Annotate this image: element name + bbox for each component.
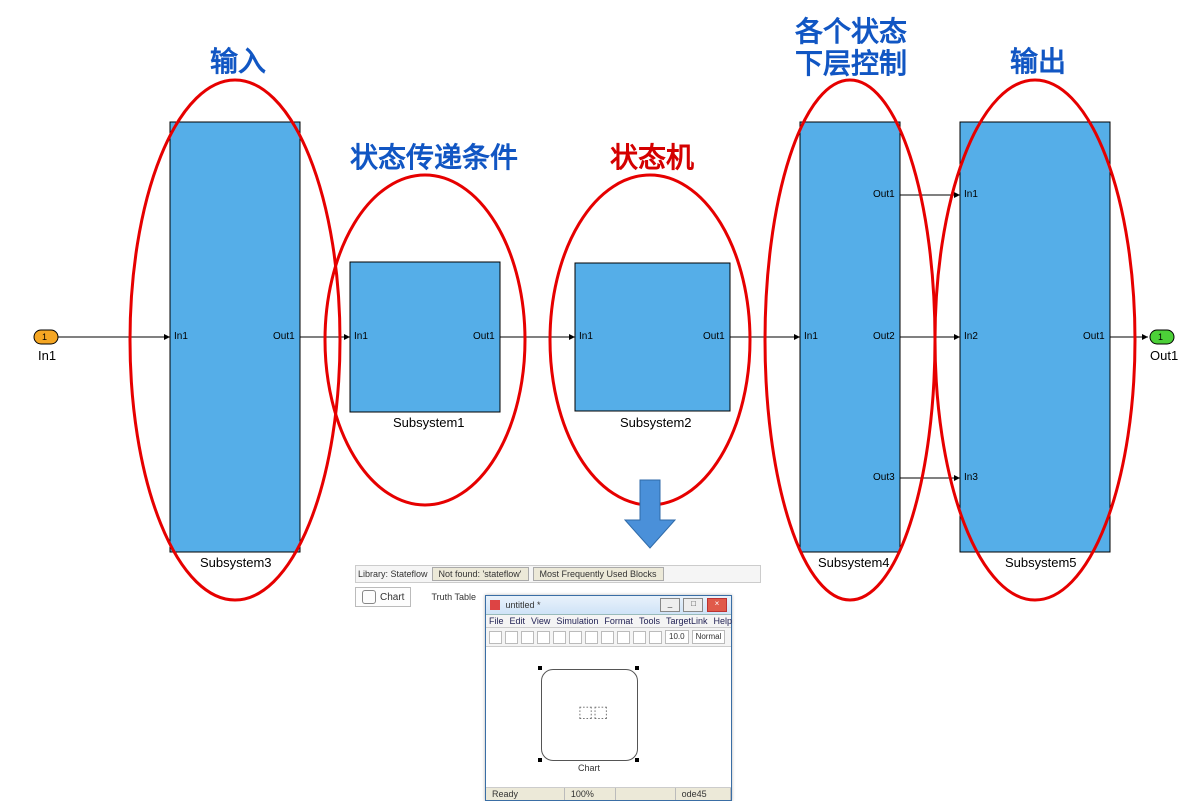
- status-zoom: 100%: [565, 788, 616, 800]
- port-label: In2: [964, 331, 978, 342]
- port-label: In3: [964, 472, 978, 483]
- status-bar: Ready 100% ode45: [486, 787, 731, 800]
- block-name-subsystem1: Subsystem1: [393, 415, 465, 430]
- toolbar: 10.0 Normal: [486, 628, 731, 647]
- print-icon[interactable]: [537, 631, 550, 644]
- maximize-button[interactable]: □: [683, 598, 703, 612]
- block-name-subsystem5: Subsystem5: [1005, 555, 1077, 570]
- port-label: Out3: [873, 472, 895, 483]
- port-label: In1: [354, 331, 368, 342]
- outport-number: 1: [1158, 332, 1163, 342]
- menu-edit[interactable]: Edit: [510, 616, 526, 626]
- block-name-subsystem2: Subsystem2: [620, 415, 692, 430]
- inset-tab-mostused[interactable]: Most Frequently Used Blocks: [533, 567, 664, 581]
- block-name-subsystem4: Subsystem4: [818, 555, 890, 570]
- port-label: In1: [579, 331, 593, 342]
- simulink-canvas[interactable]: ⬚⬚ Chart: [486, 647, 731, 787]
- status-solver: ode45: [676, 788, 731, 800]
- label-lower-control-2: 下层控制: [795, 42, 907, 82]
- stateflow-chart-block[interactable]: ⬚⬚: [541, 669, 638, 761]
- cut-icon[interactable]: [553, 631, 566, 644]
- outport-label: Out1: [1150, 348, 1178, 363]
- menu-file[interactable]: File: [489, 616, 504, 626]
- menu-targetlink[interactable]: TargetLink: [666, 616, 708, 626]
- label-transition: 状态传递条件: [350, 136, 518, 176]
- inset-chart-button[interactable]: Chart: [355, 587, 411, 607]
- chart-block-label: Chart: [578, 763, 600, 773]
- inset-library-label: Library: Stateflow: [358, 569, 428, 579]
- port-label: In1: [174, 331, 188, 342]
- open-icon[interactable]: [505, 631, 518, 644]
- window-title: untitled *: [506, 600, 541, 610]
- block-name-subsystem3: Subsystem3: [200, 555, 272, 570]
- port-label: Out1: [273, 331, 295, 342]
- new-icon[interactable]: [489, 631, 502, 644]
- redo-icon[interactable]: [617, 631, 630, 644]
- status-ready: Ready: [486, 788, 565, 800]
- label-state-machine: 状态机: [610, 136, 694, 176]
- undo-icon[interactable]: [601, 631, 614, 644]
- minimize-button[interactable]: _: [660, 598, 680, 612]
- down-arrow-icon: [625, 480, 675, 548]
- port-label: In1: [964, 189, 978, 200]
- menu-view[interactable]: View: [531, 616, 550, 626]
- port-label: Out1: [703, 331, 725, 342]
- label-output: 输出: [1010, 40, 1066, 80]
- sim-mode-select[interactable]: Normal: [692, 630, 726, 644]
- inport-number: 1: [42, 332, 47, 342]
- menu-tools[interactable]: Tools: [639, 616, 660, 626]
- chart-glyph-icon: ⬚⬚: [578, 702, 608, 722]
- paste-icon[interactable]: [585, 631, 598, 644]
- label-input: 输入: [210, 40, 266, 80]
- chart-icon: [362, 590, 376, 604]
- sim-time-field[interactable]: 10.0: [665, 630, 689, 644]
- inset-tab-notfound[interactable]: Not found: 'stateflow': [432, 567, 529, 581]
- save-icon[interactable]: [521, 631, 534, 644]
- port-label: Out1: [1083, 331, 1105, 342]
- inport-label: In1: [38, 348, 56, 363]
- port-label: Out2: [873, 331, 895, 342]
- simulink-icon: [490, 600, 500, 610]
- menu-format[interactable]: Format: [604, 616, 633, 626]
- play-icon[interactable]: [633, 631, 646, 644]
- inset-truthtable-label[interactable]: Truth Table: [431, 592, 476, 602]
- port-label: Out1: [873, 189, 895, 200]
- close-button[interactable]: ×: [707, 598, 727, 612]
- menu-simulation[interactable]: Simulation: [556, 616, 598, 626]
- menu-help[interactable]: Help: [713, 616, 732, 626]
- port-label: Out1: [473, 331, 495, 342]
- copy-icon[interactable]: [569, 631, 582, 644]
- menu-bar: File Edit View Simulation Format Tools T…: [486, 615, 731, 628]
- port-label: In1: [804, 331, 818, 342]
- stop-icon[interactable]: [649, 631, 662, 644]
